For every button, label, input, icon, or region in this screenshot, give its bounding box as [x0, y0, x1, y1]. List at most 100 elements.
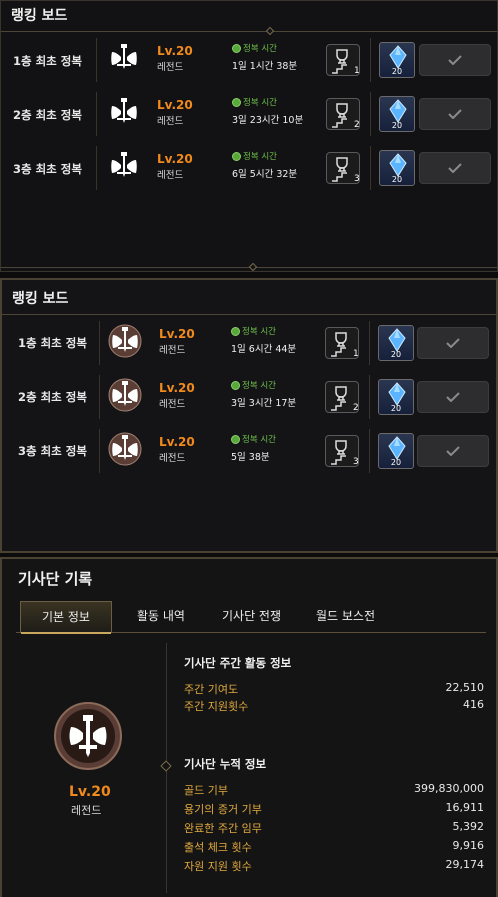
- conquest-time: 3일 23시간 10분: [232, 115, 304, 126]
- stat-value: 16,911: [445, 801, 485, 814]
- guild-emblem-icon: [111, 44, 137, 69]
- reward-gem-icon[interactable]: 20: [378, 379, 414, 415]
- stat-resource-support: 자원 지원 횟수 29,174: [184, 858, 484, 874]
- check-icon: [448, 55, 462, 65]
- stat-gold-donation: 골드 기부 399,830,000: [184, 782, 484, 798]
- check-icon: [446, 338, 460, 348]
- guild-emblem-icon: [108, 378, 142, 412]
- trophy-stairs-icon[interactable]: 2: [326, 98, 360, 130]
- stat-attendance: 출석 체크 횟수 9,916: [184, 839, 484, 855]
- claim-check-button[interactable]: [419, 44, 491, 76]
- svg-text:1: 1: [354, 66, 360, 76]
- svg-text:3: 3: [354, 174, 360, 184]
- total-section-title: 기사단 누적 정보: [184, 757, 267, 771]
- stat-label: 용기의 증거 기부: [184, 803, 262, 816]
- claim-check-button[interactable]: [419, 98, 491, 130]
- row-divider: [99, 375, 100, 419]
- panel-title: 랭킹 보드: [12, 291, 69, 307]
- svg-text:3: 3: [353, 457, 359, 467]
- tab-world-boss[interactable]: 월드 보스전: [316, 607, 375, 624]
- stat-value: 5,392: [452, 820, 485, 833]
- gem-count: 20: [391, 121, 403, 130]
- ranking-row: 1층 최초 정복 Lv.20 레전드 정복 시간 1일 1시간 38분 1 20: [1, 34, 497, 86]
- row-divider: [369, 429, 370, 473]
- floor-conquest-label: 2층 최초 정복: [13, 108, 82, 122]
- tab-guild-war[interactable]: 기사단 전쟁: [222, 607, 281, 624]
- stat-label: 주간 지원횟수: [184, 700, 249, 713]
- reward-gem-icon[interactable]: 20: [379, 96, 415, 132]
- claim-check-button[interactable]: [417, 381, 489, 413]
- claim-check-button[interactable]: [419, 152, 491, 184]
- stat-label: 주간 기여도: [184, 683, 239, 696]
- trophy-stairs-icon[interactable]: 1: [326, 44, 360, 76]
- tab-bar: 기본 정보 활동 내역 기사단 전쟁 월드 보스전: [16, 601, 486, 634]
- tab-activity[interactable]: 활동 내역: [137, 607, 185, 624]
- gem-count: 20: [390, 458, 402, 467]
- conquest-time-label: 정복 시간: [232, 150, 277, 162]
- check-icon: [446, 392, 460, 402]
- clock-icon: [231, 326, 240, 336]
- stat-value: 29,174: [445, 858, 485, 871]
- tab-basic-info[interactable]: 기본 정보: [20, 601, 112, 634]
- guild-level: Lv.20: [157, 98, 193, 112]
- floor-conquest-label: 2층 최초 정복: [18, 390, 87, 404]
- check-icon: [448, 109, 462, 119]
- row-divider: [96, 92, 97, 136]
- stat-value: 416: [463, 698, 484, 711]
- claim-check-button[interactable]: [417, 435, 489, 467]
- row-divider: [370, 92, 371, 136]
- conquest-time-label: 정복 시간: [231, 325, 276, 337]
- conquest-time-label: 정복 시간: [231, 433, 276, 445]
- row-divider: [96, 146, 97, 190]
- guild-level: Lv.20: [69, 784, 111, 800]
- conquest-time-label: 정복 시간: [232, 96, 277, 108]
- guild-emblem-icon: [108, 432, 142, 466]
- clock-icon: [232, 151, 241, 161]
- stat-label: 완료한 주간 임무: [184, 822, 262, 835]
- stat-courage-donation: 용기의 증거 기부 16,911: [184, 801, 484, 817]
- guild-level: Lv.20: [159, 327, 195, 341]
- trophy-stairs-icon[interactable]: 3: [326, 152, 360, 184]
- ranking-row: 1층 최초 정복 Lv.20 레전드 정복 시간 1일 6시간 44분 1 20: [2, 317, 496, 369]
- guild-rank: 레전드: [159, 453, 186, 464]
- stat-value: 22,510: [445, 681, 485, 694]
- panel-title: 랭킹 보드: [11, 8, 68, 24]
- gem-count: 20: [391, 175, 403, 184]
- guild-level: Lv.20: [159, 381, 195, 395]
- reward-gem-icon[interactable]: 20: [378, 433, 414, 469]
- guild-emblem-icon: [111, 152, 137, 177]
- guild-emblem-icon: [108, 324, 142, 358]
- guild-record-panel: 기사단 기록 기본 정보 활동 내역 기사단 전쟁 월드 보스전 Lv.20 레…: [0, 557, 498, 897]
- ranking-row: 2층 최초 정복 Lv.20 레전드 정복 시간 3일 23시간 10분 2 2…: [1, 88, 497, 140]
- check-icon: [446, 446, 460, 456]
- claim-check-button[interactable]: [417, 327, 489, 359]
- check-icon: [448, 163, 462, 173]
- bottom-divider: [1, 262, 497, 271]
- reward-gem-icon[interactable]: 20: [378, 325, 414, 361]
- trophy-stairs-icon[interactable]: 3: [325, 435, 359, 467]
- clock-icon: [232, 43, 241, 53]
- reward-gem-icon[interactable]: 20: [379, 42, 415, 78]
- conquest-time: 5일 38분: [231, 452, 270, 463]
- clock-icon: [231, 380, 240, 390]
- ranking-row: 2층 최초 정복 Lv.20 레전드 정복 시간 3일 3시간 17분 2 20: [2, 371, 496, 423]
- row-divider: [96, 38, 97, 82]
- ranking-board-panel-1: 랭킹 보드 1층 최초 정복 Lv.20 레전드 정복 시간 1일 1시간 38…: [0, 0, 498, 272]
- reward-gem-icon[interactable]: 20: [379, 150, 415, 186]
- guild-rank: 레전드: [71, 804, 102, 817]
- stat-weekly-missions: 완료한 주간 임무 5,392: [184, 820, 484, 836]
- ranking-board-panel-2: 랭킹 보드 1층 최초 정복 Lv.20 레전드 정복 시간 1일 6시간 44…: [0, 278, 498, 553]
- trophy-stairs-icon[interactable]: 1: [325, 327, 359, 359]
- weekly-section-title: 기사단 주간 활동 정보: [184, 656, 292, 670]
- guild-rank: 레전드: [159, 399, 186, 410]
- guild-emblem-icon: [54, 702, 122, 770]
- gem-count: 20: [391, 67, 403, 76]
- stat-label: 골드 기부: [184, 784, 228, 797]
- guild-rank: 레전드: [157, 170, 184, 181]
- stat-label: 출석 체크 횟수: [184, 841, 252, 854]
- title-divider: [1, 26, 497, 36]
- row-divider: [99, 429, 100, 473]
- panel-title: 기사단 기록: [18, 570, 93, 588]
- guild-rank: 레전드: [157, 62, 184, 73]
- trophy-stairs-icon[interactable]: 2: [325, 381, 359, 413]
